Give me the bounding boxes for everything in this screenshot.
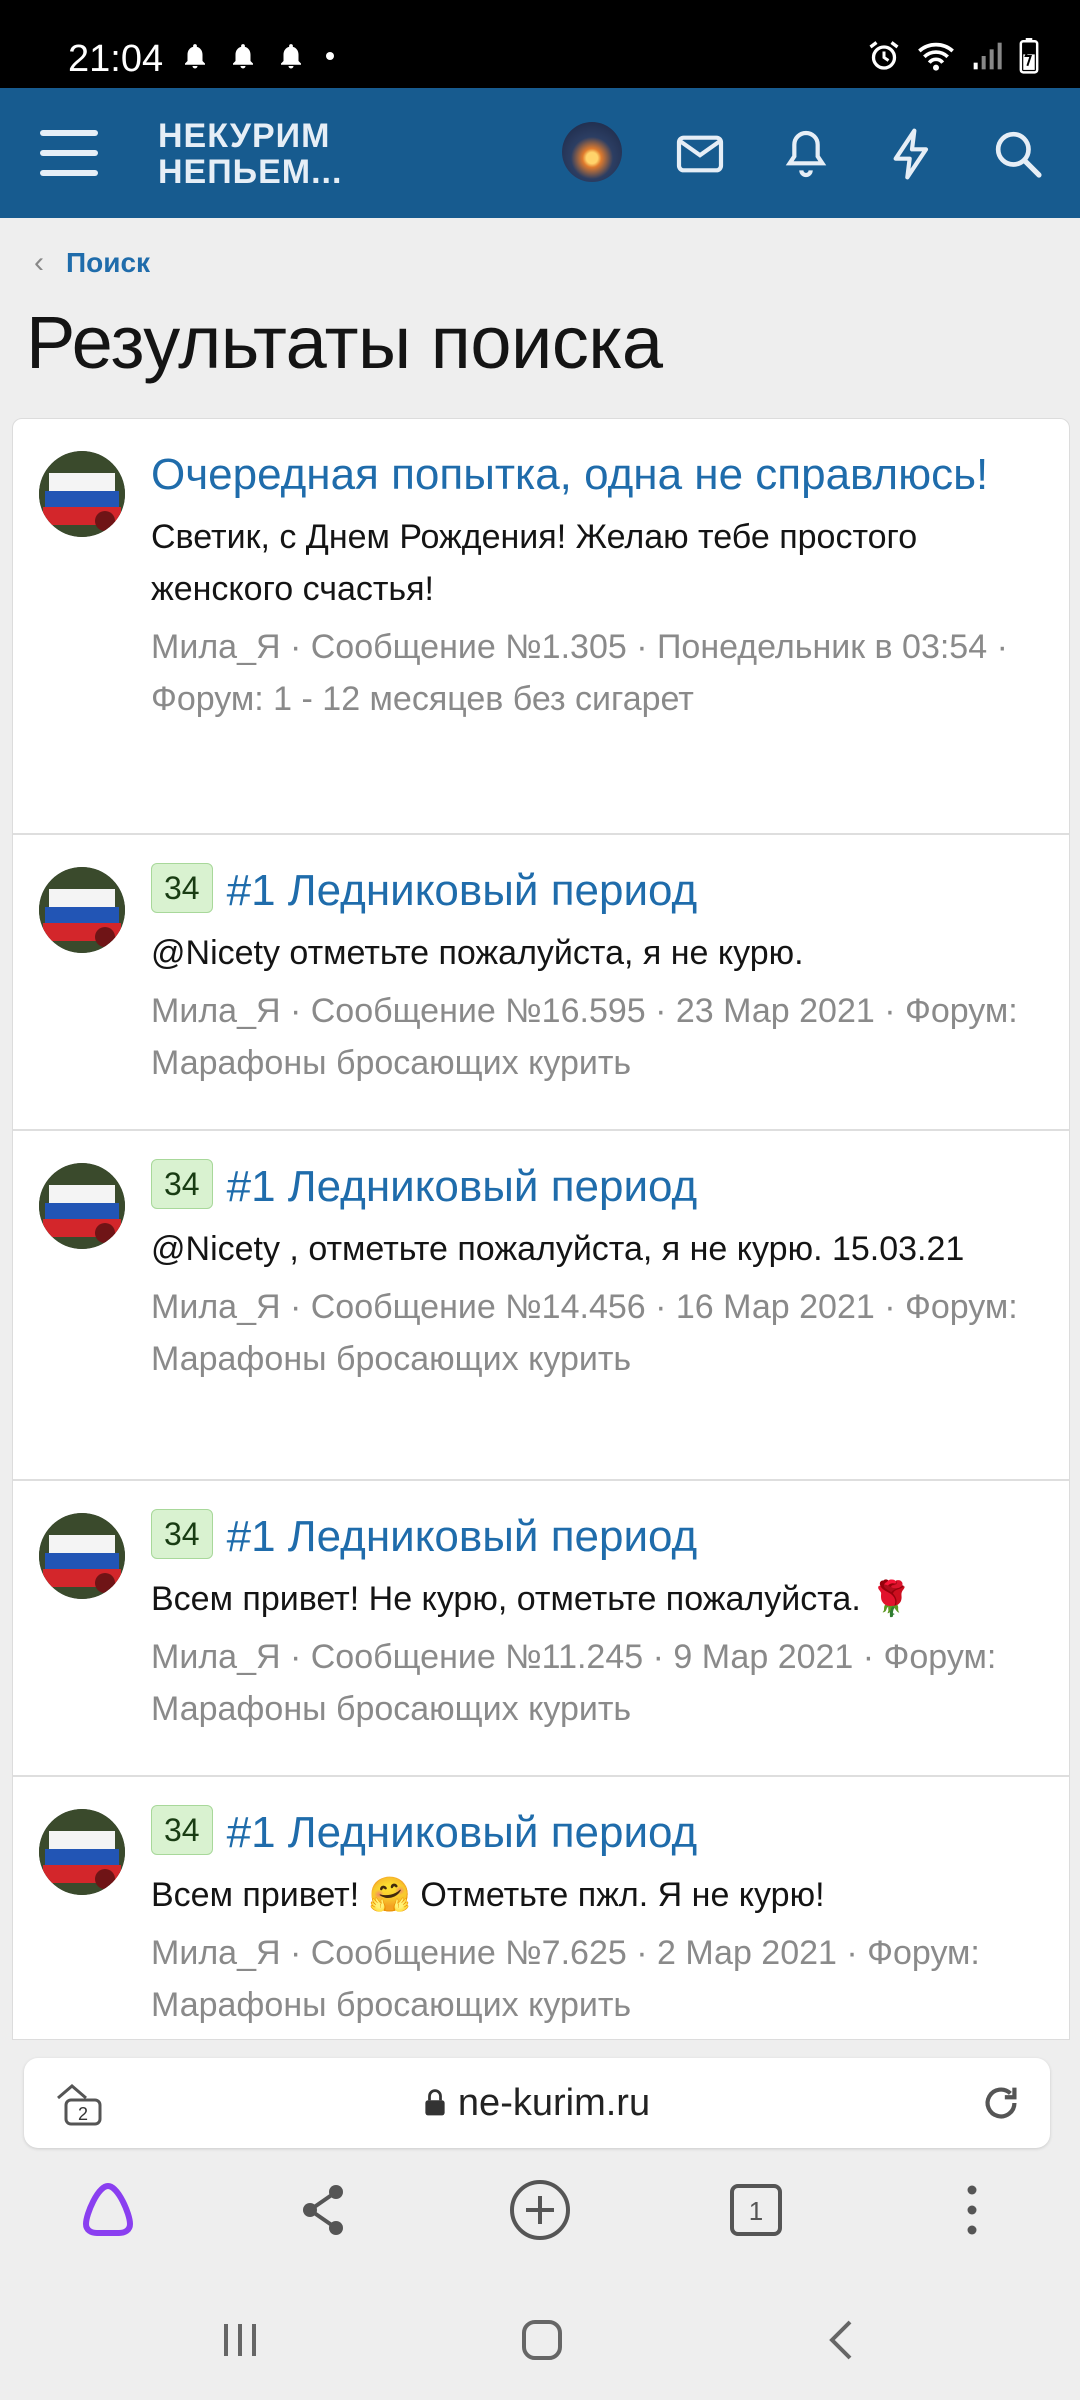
url-domain[interactable]: ne-kurim.ru	[458, 2082, 650, 2124]
prefix-badge: 34	[151, 1159, 213, 1209]
result-item[interactable]: 34 #1 Ледниковый период @Nicety , отметьт…	[13, 1131, 1069, 1481]
lightning-icon[interactable]	[884, 126, 940, 182]
prefix-badge: 34	[151, 863, 213, 913]
share-icon[interactable]	[292, 2178, 356, 2242]
bell-icon	[185, 44, 205, 69]
battery-icon	[1019, 38, 1039, 74]
bell-icon	[281, 44, 301, 69]
notification-icons	[180, 40, 336, 72]
open-tabs-count: 1	[749, 2196, 763, 2226]
breadcrumb-search-link[interactable]: Поиск	[66, 247, 150, 279]
system-navigation	[0, 2280, 1080, 2400]
search-results: Очередная попытка, одна не справлюсь! Св…	[12, 418, 1070, 2040]
system-icons	[866, 38, 1040, 74]
result-item[interactable]: 34 #1 Ледниковый период Всем привет! Не к…	[13, 1481, 1069, 1777]
result-snippet: Светик, с Днем Рождения! Желаю тебе прос…	[151, 518, 918, 608]
browser-toolbar: 1	[0, 2150, 1080, 2270]
home-icon[interactable]	[512, 2310, 572, 2370]
menu-icon[interactable]	[40, 126, 102, 180]
new-tab-plus-icon[interactable]	[508, 2178, 572, 2242]
result-snippet: @Nicety , отметьте пожалуйста, я не курю…	[151, 1230, 965, 1268]
bell-icon	[233, 44, 253, 69]
result-title[interactable]: Очередная попытка, одна не справлюсь!	[151, 443, 1043, 507]
result-title[interactable]: 34 #1 Ледниковый период	[151, 1801, 1043, 1865]
result-meta: Мила_Я · Сообщение №14.456 · 16 Мар 2021…	[151, 1288, 1018, 1378]
reload-icon[interactable]	[978, 2080, 1024, 2126]
back-icon[interactable]	[812, 2310, 872, 2370]
result-snippet: Всем привет! 🤗 Отметьте пжл. Я не курю!	[151, 1876, 825, 1914]
page-title: Результаты поиска	[26, 301, 663, 384]
result-snippet: Всем привет! Не курю, отметьте пожалуйст…	[151, 1580, 913, 1618]
status-bar: 21:04	[0, 0, 1080, 88]
result-title[interactable]: 34 #1 Ледниковый период	[151, 1155, 1043, 1219]
status-time: 21:04	[68, 38, 164, 80]
search-icon[interactable]	[990, 126, 1046, 182]
alarm-icon	[869, 41, 899, 70]
author-avatar[interactable]	[39, 1163, 125, 1249]
result-snippet: @Nicety отметьте пожалуйста, я не курю.	[151, 934, 804, 972]
chevron-left-icon: ‹	[34, 246, 44, 279]
result-title[interactable]: 34 #1 Ледниковый период	[151, 859, 1043, 923]
result-item[interactable]: Очередная попытка, одна не справлюсь! Св…	[13, 419, 1069, 835]
alice-assistant-icon[interactable]	[76, 2178, 140, 2242]
logo-line-1: НЕКУРИМ	[158, 117, 331, 155]
address-bar[interactable]: 2 ne-kurim.ru	[24, 2058, 1050, 2148]
result-meta: Мила_Я · Сообщение №1.305 · Понедельник …	[151, 628, 1008, 718]
lock-icon	[425, 2089, 445, 2116]
logo-line-2: НЕПЬЕМ...	[158, 153, 343, 191]
author-avatar[interactable]	[39, 1513, 125, 1599]
user-avatar[interactable]	[562, 122, 622, 182]
result-meta: Мила_Я · Сообщение №11.245 · 9 Мар 2021 …	[151, 1638, 997, 1728]
prefix-badge: 34	[151, 1509, 213, 1559]
result-meta: Мила_Я · Сообщение №16.595 · 23 Мар 2021…	[151, 992, 1018, 1082]
dot-icon	[326, 52, 334, 60]
bell-icon[interactable]	[778, 126, 834, 182]
tabs-icon[interactable]: 1	[724, 2178, 788, 2242]
result-meta: Мила_Я · Сообщение №7.625 · 2 Мар 2021 ·…	[151, 1934, 980, 2024]
breadcrumb[interactable]: ‹ Поиск	[34, 246, 150, 280]
app-header: НЕКУРИМ НЕПЬЕМ...	[0, 88, 1080, 218]
mail-icon[interactable]	[672, 126, 728, 182]
more-menu-icon[interactable]	[940, 2178, 1004, 2242]
signal-icon	[973, 42, 1002, 70]
author-avatar[interactable]	[39, 451, 125, 537]
recent-apps-icon[interactable]	[210, 2310, 270, 2370]
author-avatar[interactable]	[39, 1809, 125, 1895]
author-avatar[interactable]	[39, 867, 125, 953]
result-item[interactable]: 34 #1 Ледниковый период Всем привет! 🤗 От…	[13, 1777, 1069, 2039]
wifi-icon	[918, 42, 954, 71]
result-item[interactable]: 34 #1 Ледниковый период @Nicety отметьте …	[13, 835, 1069, 1131]
result-title[interactable]: 34 #1 Ледниковый период	[151, 1505, 1043, 1569]
prefix-badge: 34	[151, 1805, 213, 1855]
site-logo[interactable]: НЕКУРИМ НЕПЬЕМ...	[158, 118, 342, 190]
